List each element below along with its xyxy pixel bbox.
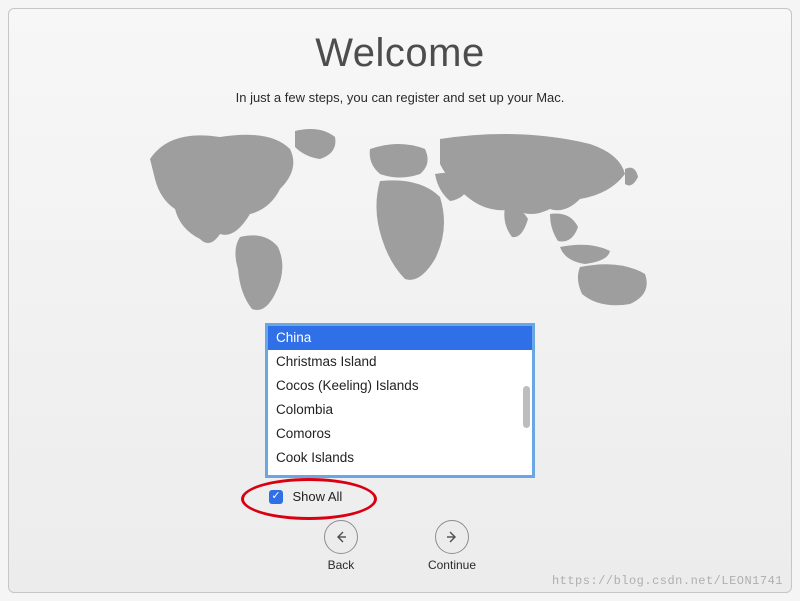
country-item[interactable]: Christmas Island — [268, 350, 532, 374]
show-all-label: Show All — [292, 489, 342, 504]
page-title: Welcome — [9, 31, 791, 76]
watermark-text: https://blog.csdn.net/LEON1741 — [552, 574, 783, 588]
back-label: Back — [324, 558, 358, 572]
country-item[interactable]: Costa Rica — [268, 470, 532, 478]
show-all-row: ✓ Show All — [265, 488, 535, 506]
back-button[interactable] — [324, 520, 358, 554]
arrow-left-icon — [333, 529, 349, 545]
country-item[interactable]: Colombia — [268, 398, 532, 422]
country-list[interactable]: ChinaChristmas IslandCocos (Keeling) Isl… — [265, 323, 535, 478]
continue-button[interactable] — [435, 520, 469, 554]
show-all-checkbox[interactable]: ✓ — [269, 490, 283, 504]
country-item[interactable]: Cook Islands — [268, 446, 532, 470]
country-item[interactable]: Cocos (Keeling) Islands — [268, 374, 532, 398]
country-item[interactable]: Comoros — [268, 422, 532, 446]
country-item[interactable]: China — [268, 326, 532, 350]
world-map — [9, 119, 791, 319]
scrollbar-thumb[interactable] — [523, 386, 530, 428]
page-subtitle: In just a few steps, you can register an… — [9, 90, 791, 105]
setup-assistant-window: Welcome In just a few steps, you can reg… — [8, 8, 792, 593]
arrow-right-icon — [444, 529, 460, 545]
nav-buttons: Back Continue — [9, 520, 791, 572]
world-map-icon — [120, 119, 680, 319]
continue-label: Continue — [428, 558, 476, 572]
